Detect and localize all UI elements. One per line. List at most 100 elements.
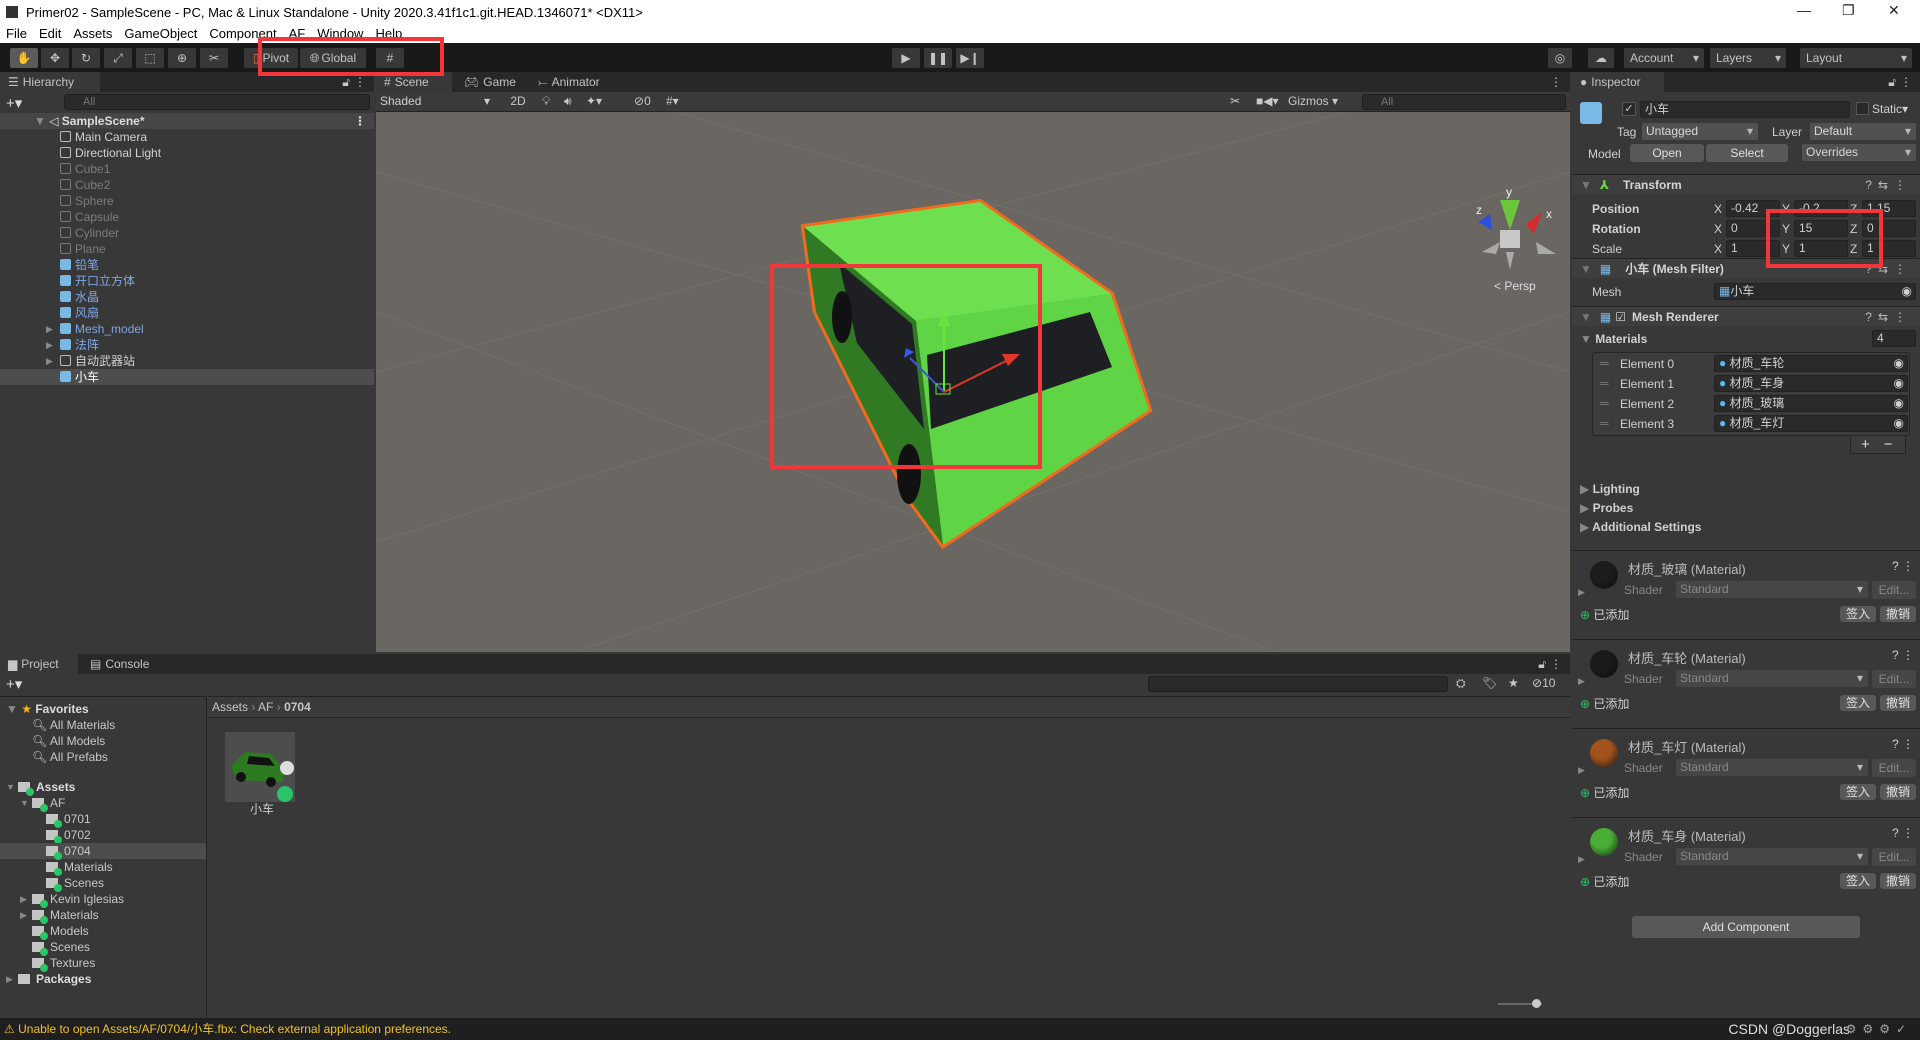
material-slot-field[interactable]: ● 材质_玻璃 ◉ <box>1714 395 1908 412</box>
breadcrumb-assets[interactable]: Assets <box>212 700 248 714</box>
maximize-button[interactable]: ❐ <box>1842 2 1855 19</box>
checkin-button[interactable]: 签入 <box>1840 606 1876 622</box>
step-button[interactable]: ▶❙ <box>956 48 984 68</box>
favorite-icon[interactable]: ★ <box>1508 676 1519 690</box>
breadcrumb-af[interactable]: AF <box>258 700 273 714</box>
layer-dropdown[interactable]: Default <box>1810 123 1916 140</box>
audio-toggle-icon[interactable]: 🔊︎ <box>564 94 572 109</box>
mesh-field[interactable]: ▦小车 ◉ <box>1714 283 1916 300</box>
hidden-objects-icon[interactable]: ⊘0 <box>634 94 651 108</box>
hierarchy-item[interactable]: Cylinder <box>0 225 374 241</box>
hierarchy-item[interactable]: ▶ 法阵 <box>0 337 374 353</box>
menu-component[interactable]: Component <box>209 26 276 41</box>
folder-item[interactable]: Scenes <box>0 875 206 892</box>
help-icon[interactable]: ? ⋮ <box>1892 826 1914 840</box>
pivot-toggle[interactable]: ▯ Pivot <box>244 48 298 68</box>
expand-arrow-icon[interactable]: ▼ <box>6 779 15 795</box>
drag-handle-icon[interactable]: ═ <box>1600 376 1609 390</box>
layers-dropdown[interactable]: Layers ▾ <box>1710 48 1786 68</box>
play-button[interactable]: ▶ <box>892 48 920 68</box>
2d-toggle[interactable]: 2D <box>504 94 532 108</box>
object-picker-icon[interactable]: ◉ <box>1894 396 1904 411</box>
expand-arrow-icon[interactable]: ▶ <box>20 891 27 907</box>
material-slot-field[interactable]: ● 材质_车身 ◉ <box>1714 375 1908 392</box>
position-x-input[interactable]: -0.42 <box>1726 200 1780 217</box>
hierarchy-item[interactable]: 开口立方体 <box>0 273 374 289</box>
component-actions-icon[interactable]: ?⇆⋮ <box>1865 262 1912 276</box>
account-dropdown[interactable]: Account ▾ <box>1624 48 1704 68</box>
shader-dropdown[interactable]: Standard <box>1676 759 1868 776</box>
rotation-x-input[interactable]: 0 <box>1726 220 1780 237</box>
global-toggle[interactable]: 🌐︎ Global <box>300 48 366 68</box>
foldout-lighting[interactable]: ▶ Lighting <box>1580 482 1640 496</box>
project-search-input[interactable] <box>1148 676 1448 692</box>
edit-shader-button[interactable]: Edit... <box>1872 670 1916 688</box>
open-button[interactable]: Open <box>1630 144 1704 162</box>
materials-count-input[interactable]: 4 <box>1872 330 1916 347</box>
hierarchy-item[interactable]: Cube1 <box>0 161 374 177</box>
drag-handle-icon[interactable]: ═ <box>1600 356 1609 370</box>
camera-icon[interactable]: ■◀▾ <box>1256 94 1279 108</box>
lock-icon[interactable]: 🔓︎ <box>1888 75 1896 90</box>
custom-tool-button[interactable]: ✂ <box>200 48 228 68</box>
collab-icon[interactable]: ◎ <box>1548 48 1572 68</box>
overrides-dropdown[interactable]: Overrides <box>1802 144 1916 161</box>
shader-dropdown[interactable]: Standard <box>1676 581 1868 598</box>
component-actions-icon[interactable]: ?⇆⋮ <box>1865 310 1912 324</box>
create-button[interactable]: +▾ <box>6 675 22 693</box>
asset-thumbnail[interactable] <box>225 732 295 802</box>
favorites-row[interactable]: ▼ ★ Favorites <box>0 701 206 717</box>
menu-file[interactable]: File <box>6 26 27 41</box>
shading-mode-dropdown[interactable]: Shaded ▾ <box>380 94 494 110</box>
favorite-item[interactable]: 🔍︎ All Prefabs <box>0 749 206 765</box>
folder-item[interactable]: 0702 <box>0 827 206 844</box>
material-slot-field[interactable]: ● 材质_车轮 ◉ <box>1714 355 1908 372</box>
revert-button[interactable]: 撤销 <box>1880 873 1916 889</box>
remove-element-button[interactable]: − <box>1884 436 1893 453</box>
folder-item[interactable]: Models <box>0 923 206 940</box>
hierarchy-item[interactable]: 小车 <box>0 369 374 385</box>
slider-handle[interactable] <box>1532 999 1541 1008</box>
hierarchy-item[interactable]: 铅笔 <box>0 257 374 273</box>
expand-arrow-icon[interactable]: ▶ <box>46 353 53 369</box>
menu-window[interactable]: Window <box>317 26 363 41</box>
projection-label[interactable]: < Persp <box>1494 279 1536 293</box>
object-picker-icon[interactable]: ◉ <box>1894 376 1904 391</box>
more-icon[interactable]: ⋮ <box>354 75 366 89</box>
menu-assets[interactable]: Assets <box>73 26 112 41</box>
rotation-y-input[interactable]: 15 <box>1794 220 1848 237</box>
folder-item[interactable]: ▶ Packages <box>0 971 206 987</box>
scene-search-input[interactable]: All <box>1362 94 1566 110</box>
drag-handle-icon[interactable]: ═ <box>1600 416 1609 430</box>
grid-toggle-icon[interactable]: #▾ <box>666 94 679 108</box>
grid-snap-button[interactable]: # <box>376 48 404 68</box>
tab-inspector[interactable]: ● Inspector <box>1572 72 1664 92</box>
object-picker-icon[interactable]: ◉ <box>1894 416 1904 431</box>
scene-viewport[interactable]: y x z < Persp <box>376 112 1570 652</box>
tab-scene[interactable]: # Scene <box>376 72 452 92</box>
checkin-button[interactable]: 签入 <box>1840 784 1876 800</box>
tools-icon[interactable]: ✂ <box>1230 94 1240 108</box>
checkin-button[interactable]: 签入 <box>1840 695 1876 711</box>
menu-af[interactable]: AF <box>289 26 306 41</box>
shader-dropdown[interactable]: Standard <box>1676 670 1868 687</box>
enabled-checkbox[interactable]: ☑ <box>1615 310 1626 324</box>
hierarchy-item[interactable]: Plane <box>0 241 374 257</box>
position-z-input[interactable]: 1.15 <box>1862 200 1916 217</box>
hand-tool-button[interactable]: ✋ <box>10 48 38 68</box>
cloud-icon[interactable]: ☁ <box>1588 48 1614 68</box>
edit-shader-button[interactable]: Edit... <box>1872 759 1916 777</box>
search-by-label-icon[interactable]: 🏷︎ <box>1482 676 1497 690</box>
more-icon[interactable]: ⋮ <box>354 113 366 129</box>
hierarchy-item[interactable]: 水晶 <box>0 289 374 305</box>
hierarchy-search-input[interactable]: All <box>64 94 370 110</box>
minimize-button[interactable]: — <box>1797 2 1811 18</box>
scale-x-input[interactable]: 1 <box>1726 240 1780 257</box>
expand-arrow-icon[interactable]: ▶ <box>1578 765 1585 776</box>
material-slot-field[interactable]: ● 材质_车灯 ◉ <box>1714 415 1908 432</box>
tab-console[interactable]: ▤ Console <box>82 654 157 674</box>
icon-size-slider[interactable] <box>1498 999 1542 1008</box>
rect-tool-button[interactable]: ⬚ <box>136 48 164 68</box>
pause-button[interactable]: ❚❚ <box>924 48 952 68</box>
shader-dropdown[interactable]: Standard <box>1676 848 1868 865</box>
